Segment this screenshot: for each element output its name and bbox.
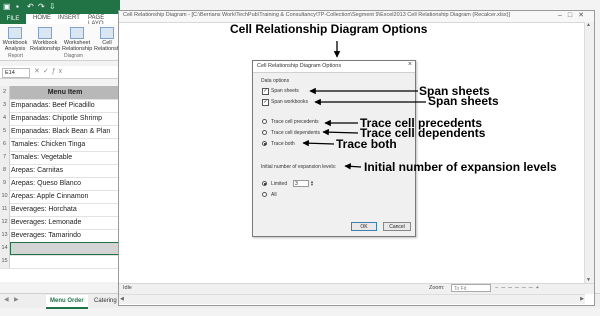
- annotation-span-workbooks: Span sheets: [428, 94, 499, 108]
- arrow-trace-dependents: [322, 128, 359, 136]
- annotation-trace-both: Trace both: [336, 137, 397, 151]
- annotation-arrows: [302, 41, 426, 170]
- annotation-expansion-levels: Initial number of expansion levels: [364, 160, 557, 174]
- arrow-trace-both: [302, 139, 335, 147]
- arrow-expansion: [344, 163, 362, 170]
- annotation-title: Cell Relationship Diagram Options: [230, 22, 428, 36]
